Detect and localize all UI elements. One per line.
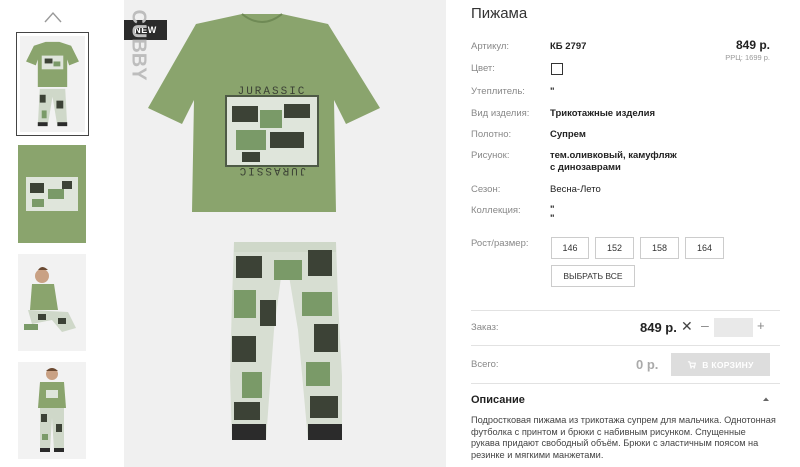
qty-minus-button[interactable]: – [701,317,709,333]
thumbnail-4[interactable] [18,362,86,459]
product-title: Пижама [471,5,528,22]
attr-value: Трикотажные изделия [550,108,656,119]
product-info-panel: Пижама 849 р. РРЦ: 1699 р. Артикул: КБ 2… [471,0,780,467]
thumbnail-model-sitting-image [18,254,86,351]
divider [471,383,780,384]
attr-label: Сезон: [471,184,501,195]
attr-value: Супрем [550,129,586,140]
cart-button-label: В КОРЗИНУ [702,359,754,370]
attr-label: Рисунок: [471,150,510,161]
add-to-cart-button[interactable]: В КОРЗИНУ [671,353,770,376]
attr-value: Весна-Лето [550,184,601,195]
attr-label: Утеплитель: [471,86,525,97]
color-swatch[interactable] [551,63,563,75]
chevron-up-small-icon[interactable] [761,394,771,404]
attr-label: Вид изделия: [471,108,530,119]
attr-value: " [550,86,555,97]
attr-value: " " [550,204,555,224]
divider [471,310,780,311]
divider [471,345,780,346]
brand-logo: CUBBY [128,9,150,81]
attr-label: Артикул: [471,41,510,52]
attr-label: Коллекция: [471,205,521,216]
size-button-164[interactable]: 164 [685,237,724,259]
thumbnail-model-standing-image [18,362,86,459]
thumbnail-print-closeup-image [18,145,86,243]
price-main: 849 р. [735,38,770,52]
attr-value: тем.оливковый, камуфляж с динозаврами [550,150,677,173]
size-button-152[interactable]: 152 [595,237,634,259]
price-rrp: РРЦ: 1699 р. [725,53,770,62]
order-label: Заказ: [471,322,499,333]
total-label: Всего: [471,359,499,370]
total-price: 0 р. [636,357,659,372]
attr-label: Рост/размер: [471,238,529,249]
attr-label: Цвет: [471,63,495,74]
chevron-up-icon[interactable] [44,10,62,24]
svg-text:CUBBY: CUBBY [128,9,150,81]
cart-icon [688,361,697,369]
print-text-bottom: JURASSIC [238,164,307,176]
quantity-input[interactable] [714,318,753,337]
close-icon[interactable]: ✕ [681,318,693,335]
attr-label: Полотно: [471,129,512,140]
pajama-illustration: JURASSIC JURASSIC [148,13,380,440]
thumbnail-1[interactable] [16,32,89,136]
thumbnail-strip [16,0,90,467]
print-text-top: JURASSIC [238,86,307,98]
description-text: Подростковая пижама из трикотажа супрем … [471,415,776,460]
size-button-158[interactable]: 158 [640,237,679,259]
qty-plus-button[interactable]: + [757,318,765,333]
thumbnail-pajama-image [26,41,79,127]
thumbnail-3[interactable] [18,254,86,351]
thumbnail-2[interactable] [18,145,86,243]
size-button-146[interactable]: 146 [551,237,589,259]
attr-value: КБ 2797 [550,41,587,52]
select-all-button[interactable]: ВЫБРАТЬ ВСЕ [551,265,635,287]
description-title[interactable]: Описание [471,394,525,406]
main-product-image[interactable]: JURASSIC JURASSIC NEW CUBBY [124,0,446,467]
order-price: 849 р. [640,320,677,335]
